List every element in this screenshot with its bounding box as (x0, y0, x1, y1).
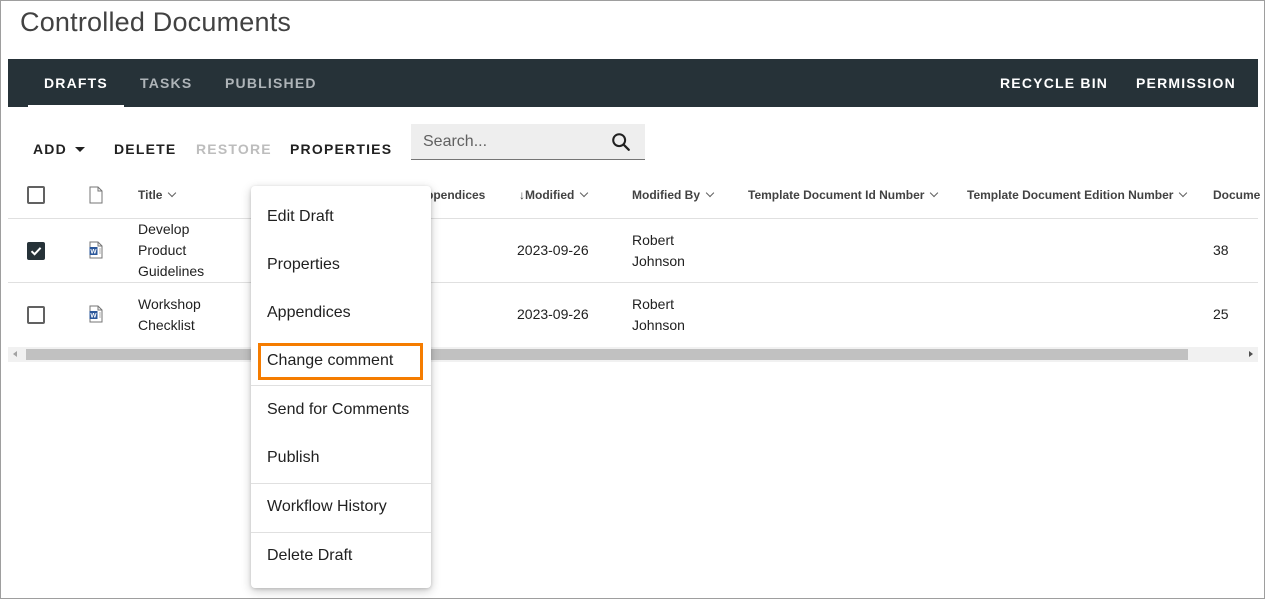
tab-drafts[interactable]: DRAFTS (28, 59, 124, 107)
column-modified-by[interactable]: Modified By (632, 188, 715, 202)
row-title[interactable]: Workshop Checklist (138, 294, 201, 336)
tab-published[interactable]: PUBLISHED (225, 59, 317, 107)
search-input[interactable] (423, 124, 603, 159)
chevron-down-icon (580, 188, 589, 198)
top-navbar: DRAFTS TASKS PUBLISHED RECYCLE BIN PERMI… (8, 59, 1258, 107)
delete-button[interactable]: DELETE (114, 141, 176, 157)
scrollbar-thumb[interactable] (26, 349, 1188, 360)
column-template-document-id-number[interactable]: Template Document Id Number (748, 188, 939, 202)
row-modified-by: Robert Johnson (632, 296, 685, 333)
select-all-checkbox[interactable] (27, 186, 45, 204)
change-comment-highlight (258, 343, 423, 380)
row-checkbox[interactable] (27, 306, 45, 324)
properties-button[interactable]: PROPERTIES (290, 141, 392, 157)
menu-item-delete-draft[interactable]: Delete Draft (251, 532, 431, 580)
row-checkbox[interactable] (27, 242, 45, 260)
row-modified: 2023-09-26 (517, 306, 589, 322)
row-document: 25 (1213, 306, 1229, 322)
permission-button[interactable]: PERMISSION (1136, 59, 1236, 107)
menu-item-properties[interactable]: Properties (251, 241, 431, 289)
column-title[interactable]: Title (138, 188, 177, 202)
context-menu: Edit Draft Properties Appendices Change … (251, 186, 431, 588)
column-appendices[interactable]: ppendices (426, 188, 485, 202)
scroll-left-arrow-icon[interactable] (13, 351, 17, 357)
menu-item-workflow-history[interactable]: Workflow History (251, 483, 431, 531)
chevron-down-icon (930, 188, 939, 198)
menu-item-edit-draft[interactable]: Edit Draft (251, 193, 431, 241)
file-type-icon (89, 186, 103, 204)
row-document: 38 (1213, 242, 1229, 258)
svg-text:W: W (90, 249, 97, 256)
search-icon[interactable] (610, 131, 632, 153)
chevron-down-icon (168, 188, 177, 198)
restore-button[interactable]: RESTORE (196, 141, 272, 157)
caret-down-icon (74, 146, 85, 152)
chevron-down-icon (1179, 188, 1188, 198)
column-template-document-edition-number[interactable]: Template Document Edition Number (967, 188, 1188, 202)
menu-item-appendices[interactable]: Appendices (251, 289, 431, 337)
menu-item-publish[interactable]: Publish (251, 434, 431, 482)
column-modified[interactable]: ↓Modified (519, 188, 589, 202)
row-modified: 2023-09-26 (517, 242, 589, 258)
word-document-icon: W (89, 241, 103, 259)
horizontal-scrollbar[interactable] (8, 347, 1258, 362)
search-box (411, 124, 645, 160)
row-modified-by: Robert Johnson (632, 232, 685, 269)
add-label: ADD (33, 141, 67, 157)
row-divider (8, 282, 1258, 283)
scroll-right-arrow-icon[interactable] (1249, 351, 1253, 357)
svg-text:W: W (90, 313, 97, 320)
add-button[interactable]: ADD (33, 141, 85, 157)
word-document-icon: W (89, 305, 103, 323)
column-document[interactable]: Docume (1213, 188, 1260, 202)
menu-item-send-for-comments[interactable]: Send for Comments (251, 386, 431, 434)
recycle-bin-button[interactable]: RECYCLE BIN (1000, 59, 1108, 107)
tab-tasks[interactable]: TASKS (140, 59, 192, 107)
chevron-down-icon (705, 188, 715, 198)
row-title[interactable]: Develop Product Guidelines (138, 219, 204, 282)
checkmark-icon (30, 247, 42, 256)
page-title: Controlled Documents (20, 7, 292, 37)
